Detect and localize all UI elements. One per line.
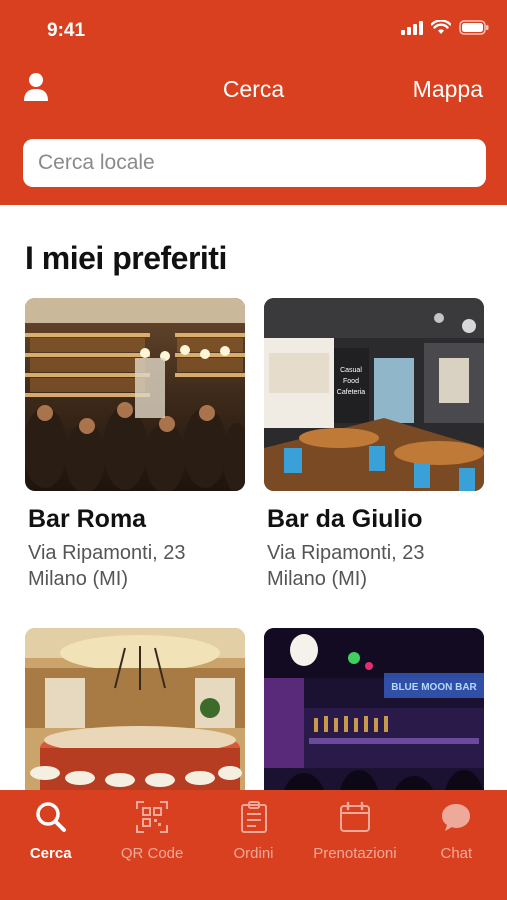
venue-photo: Casual Food Cafeteria	[264, 298, 484, 491]
tab-cerca[interactable]: Cerca	[0, 790, 101, 900]
map-button[interactable]: Mappa	[413, 76, 483, 103]
battery-icon	[459, 20, 489, 35]
tab-prenotazioni[interactable]: Prenotazioni	[304, 790, 405, 900]
sign-line: Food	[343, 378, 359, 385]
venue-name: Bar Roma	[28, 505, 147, 533]
signal-icon	[401, 20, 423, 35]
venue-card[interactable]: Casual Food Cafeteria Bar da Giulio Via …	[264, 298, 484, 592]
search-icon	[35, 802, 66, 832]
calendar-icon	[339, 801, 370, 832]
status-time: 9:41	[47, 20, 86, 41]
status-bar: 9:41	[0, 0, 507, 56]
chat-bubble-icon	[442, 804, 471, 831]
venue-address-city: Milano (MI)	[28, 568, 129, 590]
venue-address-street: Via Ripamonti, 23	[267, 542, 425, 564]
tab-label: Ordini	[233, 845, 274, 862]
venue-address-city: Milano (MI)	[267, 568, 368, 590]
nav-bar: Cerca Mappa	[0, 68, 507, 108]
tab-label: Prenotazioni	[313, 845, 397, 862]
app-header: 9:41 Cerca Mappa Cerca locale	[0, 0, 507, 205]
section-title: I miei preferiti	[25, 240, 227, 276]
tab-chat[interactable]: Chat	[406, 790, 507, 900]
venue-address: Via Ripamonti, 23 Milano (MI)	[25, 540, 245, 592]
sign-line: Cafeteria	[337, 389, 366, 396]
tab-bar: Cerca QR Code Ordini Prenotazioni Chat	[0, 790, 507, 900]
tab-label: Cerca	[29, 845, 72, 862]
clipboard-icon	[240, 801, 267, 833]
venue-photo	[25, 298, 245, 491]
status-icons	[401, 20, 489, 35]
venue-address-street: Via Ripamonti, 23	[28, 542, 186, 564]
venue-name: Bar da Giulio	[267, 505, 423, 533]
tab-label: QR Code	[120, 845, 184, 862]
tab-qr-code[interactable]: QR Code	[101, 790, 202, 900]
tab-label: Chat	[440, 845, 473, 862]
sign-line: Casual	[340, 367, 362, 374]
wifi-icon	[431, 20, 451, 34]
venue-address: Via Ripamonti, 23 Milano (MI)	[264, 540, 484, 592]
neon-sign: BLUE MOON BAR	[391, 682, 477, 693]
tab-ordini[interactable]: Ordini	[203, 790, 304, 900]
venue-card[interactable]: Bar Roma Via Ripamonti, 23 Milano (MI)	[25, 298, 245, 592]
qr-code-icon	[136, 801, 169, 833]
search-input[interactable]	[23, 139, 486, 187]
